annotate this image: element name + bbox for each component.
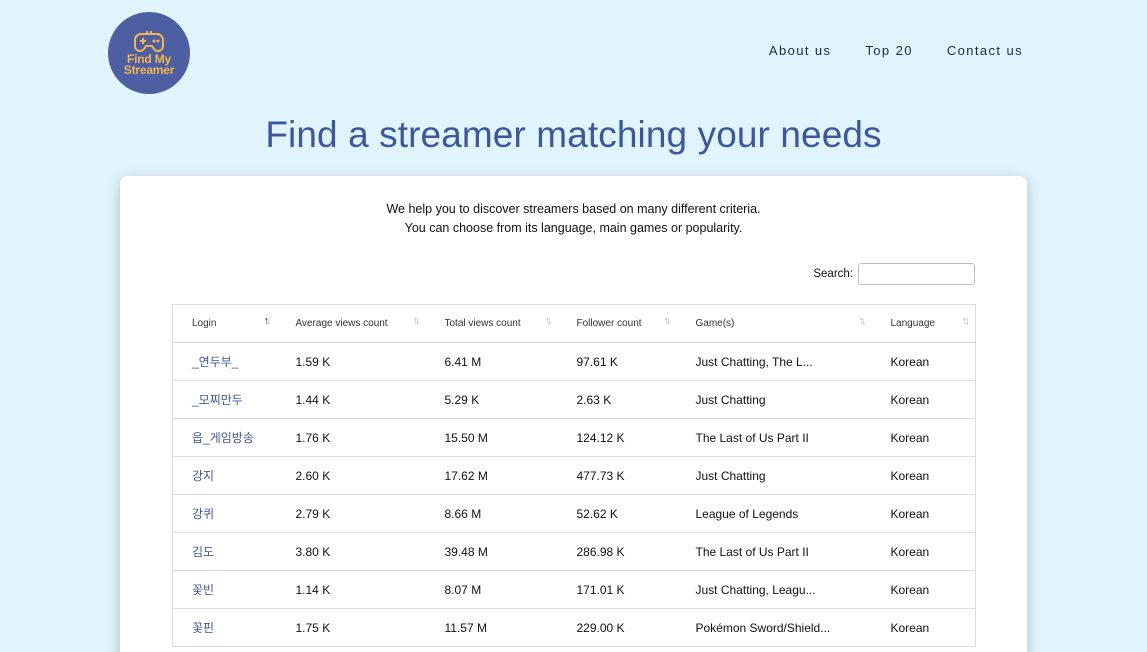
intro-line-1: We help you to discover streamers based … bbox=[386, 202, 761, 216]
logo-text-line2: Streamer bbox=[123, 62, 175, 77]
cell-total-views: 11.57 M bbox=[425, 608, 558, 647]
table-row[interactable]: 강지 2.60 K 17.62 M 477.73 K Just Chatting… bbox=[172, 456, 976, 495]
cell-average-views: 3.80 K bbox=[276, 532, 426, 571]
cell-login[interactable]: 읍_게임방송 bbox=[172, 418, 277, 457]
cell-average-views: 1.44 K bbox=[276, 380, 426, 419]
cell-login[interactable]: 꽃빈 bbox=[172, 570, 277, 609]
cell-language: Korean bbox=[871, 608, 976, 647]
column-header-total-views[interactable]: Total views count ↑↓ bbox=[425, 304, 558, 343]
cell-games: Just Chatting bbox=[676, 456, 872, 495]
top-nav: About us Top 20 Contact us bbox=[769, 43, 1023, 58]
cell-games: League of Legends bbox=[676, 494, 872, 533]
streamers-table-wrap: Login ↑↓ Average views count ↑↓ Total vi… bbox=[172, 304, 976, 647]
sort-arrows-icon[interactable]: ↑↓ bbox=[962, 315, 970, 327]
cell-follower-count: 477.73 K bbox=[557, 456, 677, 495]
cell-follower-count: 171.01 K bbox=[557, 570, 677, 609]
sort-arrows-icon[interactable]: ↑↓ bbox=[545, 315, 553, 327]
sort-arrows-icon[interactable]: ↑↓ bbox=[664, 315, 672, 327]
cell-games: The Last of Us Part II bbox=[676, 418, 872, 457]
table-row[interactable]: 꽃빈 1.14 K 8.07 M 171.01 K Just Chatting,… bbox=[172, 570, 976, 609]
cell-games: Pokémon Sword/Shield... bbox=[676, 608, 872, 647]
column-label: Game(s) bbox=[695, 318, 735, 329]
column-label: Follower count bbox=[576, 318, 642, 329]
cell-follower-count: 229.00 K bbox=[557, 608, 677, 647]
cell-average-views: 2.79 K bbox=[276, 494, 426, 533]
page-title: Find a streamer matching your needs bbox=[265, 114, 882, 155]
sort-arrows-icon[interactable]: ↑↓ bbox=[413, 315, 421, 327]
streamers-table: Login ↑↓ Average views count ↑↓ Total vi… bbox=[172, 304, 976, 647]
cell-login[interactable]: 꽃핀 bbox=[172, 608, 277, 647]
cell-total-views: 5.29 K bbox=[425, 380, 558, 419]
cell-login[interactable]: 김도 bbox=[172, 532, 277, 571]
cell-language: Korean bbox=[871, 456, 976, 495]
nav-link-contact-us[interactable]: Contact us bbox=[947, 43, 1023, 58]
column-header-login[interactable]: Login ↑↓ bbox=[172, 304, 277, 343]
cell-follower-count: 124.12 K bbox=[557, 418, 677, 457]
cell-games: Just Chatting, Leagu... bbox=[676, 570, 872, 609]
column-label: Total views count bbox=[444, 318, 521, 329]
column-header-average-views[interactable]: Average views count ↑↓ bbox=[276, 304, 426, 343]
table-row[interactable]: _모찌만두 1.44 K 5.29 K 2.63 K Just Chatting… bbox=[172, 380, 976, 419]
intro-text: We help you to discover streamers based … bbox=[120, 200, 1027, 238]
cell-total-views: 8.07 M bbox=[425, 570, 558, 609]
cell-follower-count: 52.62 K bbox=[557, 494, 677, 533]
table-row[interactable]: 꽃핀 1.75 K 11.57 M 229.00 K Pokémon Sword… bbox=[172, 608, 976, 647]
cell-language: Korean bbox=[871, 532, 976, 571]
cell-language: Korean bbox=[871, 570, 976, 609]
cell-average-views: 2.60 K bbox=[276, 456, 426, 495]
table-row[interactable]: _연두부_ 1.59 K 6.41 M 97.61 K Just Chattin… bbox=[172, 342, 976, 381]
cell-login[interactable]: 강지 bbox=[172, 456, 277, 495]
table-header-row: Login ↑↓ Average views count ↑↓ Total vi… bbox=[172, 304, 976, 343]
cell-follower-count: 97.61 K bbox=[557, 342, 677, 381]
cell-language: Korean bbox=[871, 380, 976, 419]
search-box: Search: bbox=[813, 263, 975, 285]
cell-average-views: 1.59 K bbox=[276, 342, 426, 381]
column-header-games[interactable]: Game(s) ↑↓ bbox=[676, 304, 872, 343]
table-row[interactable]: 김도 3.80 K 39.48 M 286.98 K The Last of U… bbox=[172, 532, 976, 571]
cell-login[interactable]: 강퀴 bbox=[172, 494, 277, 533]
cell-login[interactable]: _모찌만두 bbox=[172, 380, 277, 419]
search-label: Search: bbox=[813, 268, 853, 280]
column-header-follower-count[interactable]: Follower count ↑↓ bbox=[557, 304, 677, 343]
search-input[interactable] bbox=[858, 263, 975, 285]
cell-follower-count: 286.98 K bbox=[557, 532, 677, 571]
cell-follower-count: 2.63 K bbox=[557, 380, 677, 419]
cell-games: The Last of Us Part II bbox=[676, 532, 872, 571]
logo[interactable]: Find My Streamer bbox=[108, 12, 190, 94]
cell-total-views: 39.48 M bbox=[425, 532, 558, 571]
results-card: We help you to discover streamers based … bbox=[120, 176, 1027, 652]
cell-language: Korean bbox=[871, 494, 976, 533]
table-row[interactable]: 읍_게임방송 1.76 K 15.50 M 124.12 K The Last … bbox=[172, 418, 976, 457]
sort-arrows-icon[interactable]: ↑↓ bbox=[859, 315, 867, 327]
gamepad-icon bbox=[134, 30, 164, 52]
cell-language: Korean bbox=[871, 342, 976, 381]
intro-line-2: You can choose from its language, main g… bbox=[404, 221, 743, 235]
cell-total-views: 17.62 M bbox=[425, 456, 558, 495]
cell-language: Korean bbox=[871, 418, 976, 457]
cell-average-views: 1.75 K bbox=[276, 608, 426, 647]
nav-link-top-20[interactable]: Top 20 bbox=[865, 43, 912, 58]
page: Find My Streamer About us Top 20 Contact… bbox=[0, 0, 1147, 652]
cell-games: Just Chatting bbox=[676, 380, 872, 419]
column-label: Average views count bbox=[295, 318, 388, 329]
cell-login[interactable]: _연두부_ bbox=[172, 342, 277, 381]
column-header-language[interactable]: Language ↑↓ bbox=[871, 304, 976, 343]
cell-total-views: 8.66 M bbox=[425, 494, 558, 533]
sort-arrows-icon[interactable]: ↑↓ bbox=[264, 315, 272, 327]
column-label: Login bbox=[192, 318, 217, 329]
cell-total-views: 15.50 M bbox=[425, 418, 558, 457]
cell-average-views: 1.14 K bbox=[276, 570, 426, 609]
column-label: Language bbox=[890, 318, 936, 329]
table-row[interactable]: 강퀴 2.79 K 8.66 M 52.62 K League of Legen… bbox=[172, 494, 976, 533]
nav-link-about-us[interactable]: About us bbox=[769, 43, 832, 58]
cell-total-views: 6.41 M bbox=[425, 342, 558, 381]
cell-games: Just Chatting, The L... bbox=[676, 342, 872, 381]
cell-average-views: 1.76 K bbox=[276, 418, 426, 457]
